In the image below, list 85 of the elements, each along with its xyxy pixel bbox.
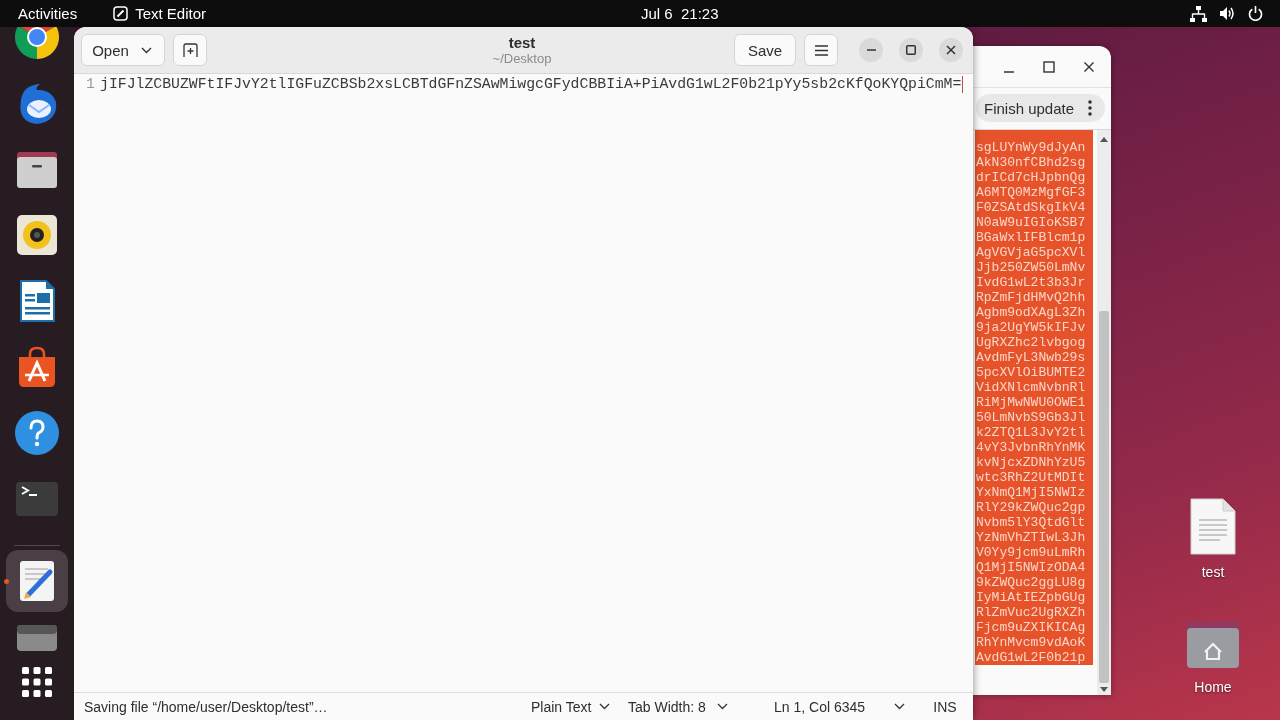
kebab-menu-icon [1088,100,1092,116]
cursor-position-button[interactable]: Ln 1, Col 6345 [765,694,912,719]
output-line: IvdG1wL2t3b3Jr [976,275,1087,290]
output-line: Nvbm5lY3QtdGlt [976,515,1087,530]
app-grid-icon[interactable] [22,667,52,697]
minimize-button[interactable] [859,38,883,62]
output-line: IyMiAtIEZpbGUg [976,590,1087,605]
scrollbar[interactable] [1097,130,1111,695]
desktop-icon-label: test [1201,563,1225,581]
output-line: wtc3RhZ2UtMDIt [976,470,1087,485]
desktop-icon-label: Home [1194,678,1232,696]
save-button[interactable]: Save [734,34,796,66]
output-line: F0ZSAtdSkgIkV4 [976,200,1087,215]
text-cursor [962,75,964,93]
output-line: sgLUYnWy9dJyAn [976,140,1087,155]
clock[interactable]: Jul 6 21:23 [641,5,719,22]
insert-mode-button[interactable]: INS [925,694,965,719]
output-line: 9ja2UgYW5kIFJv [976,320,1087,335]
output-line: VidXNlcmNvbnRl [976,380,1087,395]
output-line: 50LmNvbS9Gb3Jl [976,410,1087,425]
menu-icon [814,44,828,56]
status-message: Saving file “/home/user/Desktop/test”… [84,698,328,715]
output-line: RlY29kZWQuc2gp [976,500,1087,515]
output-line: Q1MjI5NWIzODA4 [976,560,1087,575]
scroll-up-icon[interactable] [1100,137,1108,142]
line-number: 1 [86,75,95,93]
window-title: test [507,34,537,51]
scroll-down-icon[interactable] [1100,687,1108,692]
output-line: AkN30nfCBhd2sg [976,155,1087,170]
power-icon[interactable] [1248,6,1263,21]
output-line: YxNmQ1MjI5NWIz [976,485,1087,500]
output-line: drICd7cHJpbnQg [976,170,1087,185]
maximize-icon [906,45,916,55]
output-line: Agbm9odXAgL3Zh [976,305,1087,320]
maximize-icon[interactable] [1042,59,1056,74]
output-line: 9kZWQuc2ggLU8g [976,575,1087,590]
output-line: RlZmVuc2UgRXZh [976,605,1087,620]
output-line: kvNjcxZDNhYzU5 [976,455,1087,470]
code-line[interactable]: jIFJlZCBUZWFtIFJvY2tlIGFuZCBSb2xsLCBTdGFnZSAwMiwgcGFydCBBIiA+PiAvdG1wL2F0b21pYy5sb2cKfQoKYQpiCmM= [100,75,962,93]
caret-icon [140,46,152,54]
volume-icon[interactable] [1220,6,1235,21]
output-line: A6MTQ0MzMgfGF3 [976,185,1087,200]
output-line: k2ZTQ1L3JvY2tl [976,425,1087,440]
maximize-button[interactable] [899,38,923,62]
document-icon[interactable] [1190,498,1236,555]
help-icon[interactable] [14,410,60,456]
output-line: N0aW9uIGIoKSB7 [976,215,1087,230]
network-icon[interactable] [1190,5,1207,22]
speaker-icon[interactable] [14,212,60,258]
new-tab-button[interactable] [173,34,207,66]
output-line: BGaWxlIFBlcm1p [976,230,1087,245]
note-pencil-icon [113,6,129,21]
caret-icon [717,703,728,710]
output-line: AvdmFyL3Nwb29s [976,350,1087,365]
menu-button[interactable] [804,34,838,66]
home-folder-icon[interactable] [1185,620,1241,668]
output-line: RpZmFjdHMvQ2hh [976,290,1087,305]
activities-button[interactable]: Activities [18,5,78,22]
output-line: RiMjMwNWU0OWE1 [976,395,1087,410]
output-line: Fjcm9uZXIKICAg [976,620,1087,635]
new-tab-icon [182,43,198,57]
output-line: AvdG1wL2F0b21p [976,650,1087,665]
minimize-icon [866,49,876,51]
output-line: YzNmVhZTIwL3Jh [976,530,1087,545]
output-line: 5pcXVlOiBUMTE2 [976,365,1087,380]
finish-update-button[interactable]: Finish update [976,94,1105,122]
open-button[interactable]: Open [81,34,165,66]
output-line: RhYnMvcm9vdAoK [976,635,1087,650]
output-line: AgVGVjaG5pcXVl [976,245,1087,260]
dock-item[interactable] [6,550,68,612]
app-menu[interactable]: Text Editor [113,5,207,22]
window-subtitle: ~/Desktop [492,51,552,66]
output-line: UgRXZhc2lvbgog [976,335,1087,350]
scrollbar-thumb[interactable] [1099,311,1109,683]
close-button[interactable] [939,38,963,62]
caret-icon [599,703,610,710]
output-line: Jjb250ZW50LmNv [976,260,1087,275]
close-icon [946,45,956,55]
close-icon[interactable] [1082,59,1096,74]
tab-width-selector[interactable]: Tab Width: 8 [620,694,735,719]
language-selector[interactable]: Plain Text [525,694,617,719]
output-line: V0Yy9jcm9uLmRh [976,545,1087,560]
color-wheel-icon[interactable] [14,27,60,60]
output-line: 4vY3JvbnRhYnMK [976,440,1087,455]
caret-icon [894,703,905,710]
